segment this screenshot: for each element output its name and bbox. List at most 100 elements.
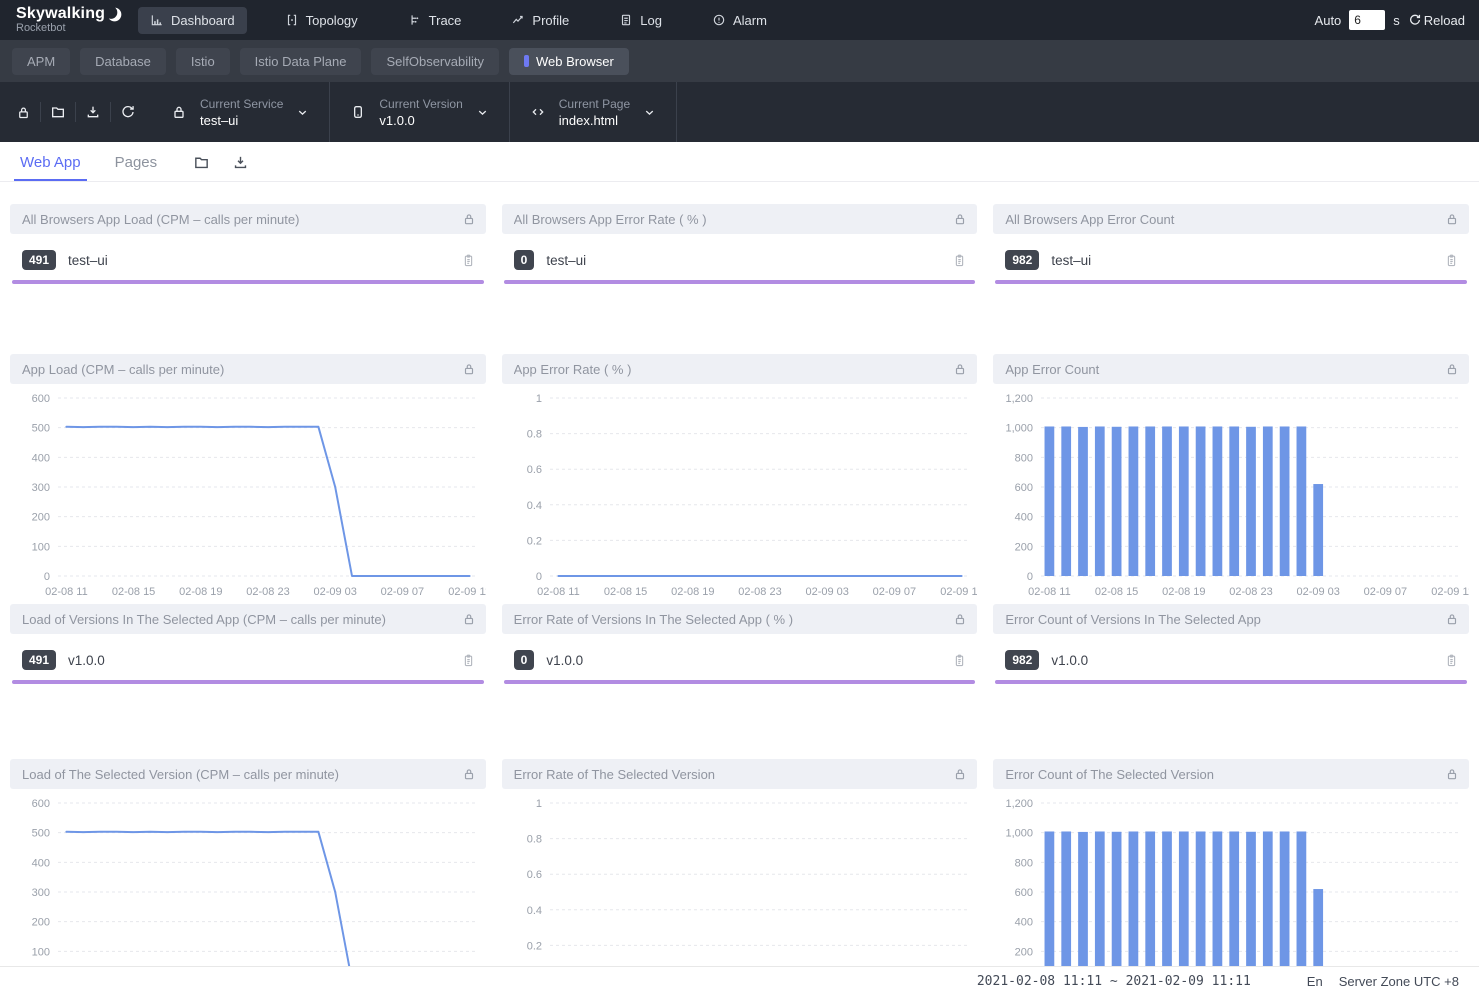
value-badge: 491 bbox=[22, 650, 56, 670]
auto-label: Auto bbox=[1315, 13, 1342, 28]
clipboard-icon[interactable] bbox=[1444, 253, 1459, 268]
current-service-dropdown[interactable]: Current Service test–ui bbox=[151, 97, 329, 128]
tab-web-app[interactable]: Web App bbox=[14, 145, 87, 181]
card-header: Error Rate of The Selected Version bbox=[502, 759, 978, 789]
dash-tab-apm[interactable]: APM bbox=[12, 48, 70, 75]
svg-text:1,000: 1,000 bbox=[1006, 828, 1034, 840]
nav-label: Trace bbox=[429, 13, 462, 28]
bar-chart-app-error-count[interactable]: 1,2001,000800600400200002-08 1102-08 150… bbox=[993, 384, 1469, 602]
svg-text:500: 500 bbox=[32, 828, 50, 840]
svg-text:1,200: 1,200 bbox=[1006, 798, 1034, 810]
version-label: Current Version bbox=[379, 97, 462, 111]
lock-icon[interactable] bbox=[462, 362, 476, 376]
svg-text:500: 500 bbox=[32, 423, 50, 435]
server-zone[interactable]: Server Zone UTC +8 bbox=[1339, 974, 1459, 989]
svg-text:600: 600 bbox=[1015, 887, 1033, 899]
dash-tab-istio[interactable]: Istio bbox=[176, 48, 230, 75]
current-page-dropdown[interactable]: Current Page index.html bbox=[510, 97, 676, 128]
folder-icon[interactable] bbox=[193, 154, 210, 171]
svg-text:02-09 07: 02-09 07 bbox=[1364, 586, 1407, 598]
svg-text:0.4: 0.4 bbox=[526, 905, 541, 917]
svg-text:02-08 23: 02-08 23 bbox=[246, 586, 289, 598]
clipboard-icon[interactable] bbox=[952, 653, 967, 668]
nav-item-profile[interactable]: Profile bbox=[499, 7, 581, 34]
card-header: App Error Count bbox=[993, 354, 1469, 384]
lock-icon[interactable] bbox=[1445, 212, 1459, 226]
current-version-dropdown[interactable]: Current Version v1.0.0 bbox=[330, 97, 508, 128]
download-icon[interactable] bbox=[232, 154, 249, 171]
nav-item-topology[interactable]: Topology bbox=[273, 7, 370, 34]
progress-bar bbox=[12, 280, 484, 284]
lock-icon[interactable] bbox=[1445, 612, 1459, 626]
service-value: test–ui bbox=[200, 113, 283, 128]
trace-icon bbox=[408, 13, 422, 27]
svg-text:400: 400 bbox=[1015, 512, 1033, 524]
line-chart-app-load[interactable]: 600500400300200100002-08 1102-08 1502-08… bbox=[10, 384, 486, 602]
lock-icon[interactable] bbox=[462, 612, 476, 626]
nav-item-trace[interactable]: Trace bbox=[396, 7, 474, 34]
clipboard-icon[interactable] bbox=[952, 253, 967, 268]
folder-templates-button[interactable] bbox=[41, 95, 75, 129]
clipboard-icon[interactable] bbox=[1444, 653, 1459, 668]
reload-button[interactable]: Reload bbox=[1408, 13, 1465, 28]
lock-icon[interactable] bbox=[1445, 362, 1459, 376]
dash-tab-istio-data-plane[interactable]: Istio Data Plane bbox=[240, 48, 362, 75]
service-label: Current Service bbox=[200, 97, 283, 111]
line-chart-app-error-rate[interactable]: 10.80.60.40.2002-08 1102-08 1502-08 1902… bbox=[502, 384, 978, 602]
lock-icon[interactable] bbox=[1445, 767, 1459, 781]
svg-text:02-09 11: 02-09 11 bbox=[448, 586, 485, 598]
code-icon bbox=[530, 104, 546, 120]
chart-icon bbox=[150, 13, 164, 27]
nav-item-dashboard[interactable]: Dashboard bbox=[138, 7, 247, 34]
line-chart-version-load[interactable]: 600500400300200100002-08 1102-08 1502-08… bbox=[10, 789, 486, 995]
refresh-button[interactable] bbox=[111, 95, 145, 129]
main-menu: Dashboard Topology Trace Profile Log Ala… bbox=[138, 7, 779, 34]
entity-label: v1.0.0 bbox=[1051, 653, 1432, 668]
chart-card-version-load: Load of The Selected Version (CPM – call… bbox=[10, 759, 486, 995]
slot-card-versions-error-rate: Error Rate of Versions In The Selected A… bbox=[502, 604, 978, 759]
tab-label: Database bbox=[95, 54, 151, 69]
lock-icon[interactable] bbox=[462, 767, 476, 781]
card-header: Load of The Selected Version (CPM – call… bbox=[10, 759, 486, 789]
bar-chart-version-error-count[interactable]: 1,2001,000800600400200002-08 1102-08 150… bbox=[993, 789, 1469, 995]
lock-icon[interactable] bbox=[953, 212, 967, 226]
auto-interval-input[interactable] bbox=[1349, 10, 1385, 30]
time-range[interactable]: 2021-02-08 11:11 ~ 2021-02-09 11:11 bbox=[977, 974, 1251, 989]
clipboard-icon[interactable] bbox=[461, 653, 476, 668]
svg-text:02-08 15: 02-08 15 bbox=[604, 586, 647, 598]
page-label: Current Page bbox=[559, 97, 630, 111]
svg-text:02-08 11: 02-08 11 bbox=[537, 586, 580, 598]
nav-item-alarm[interactable]: Alarm bbox=[700, 7, 779, 34]
dash-tab-selfobservability[interactable]: SelfObservability bbox=[371, 48, 499, 75]
active-tab-marker bbox=[524, 55, 529, 67]
tab-pages[interactable]: Pages bbox=[109, 145, 164, 181]
brand-logo: Skywalking Rocketbot bbox=[0, 6, 130, 34]
nav-item-log[interactable]: Log bbox=[607, 7, 674, 34]
clipboard-icon[interactable] bbox=[461, 253, 476, 268]
brand-name: Skywalking bbox=[16, 6, 105, 23]
value-badge: 0 bbox=[514, 250, 535, 270]
lock-edit-button[interactable] bbox=[6, 95, 40, 129]
export-button[interactable] bbox=[76, 95, 110, 129]
dash-tab-web-browser[interactable]: Web Browser bbox=[509, 48, 629, 75]
line-chart-version-error-rate[interactable]: 10.80.60.40.2002-08 1102-08 1502-08 1902… bbox=[502, 789, 978, 995]
slot-card-versions-load: Load of Versions In The Selected App (CP… bbox=[10, 604, 486, 759]
lock-icon[interactable] bbox=[953, 362, 967, 376]
svg-text:02-08 15: 02-08 15 bbox=[1095, 586, 1138, 598]
nav-label: Dashboard bbox=[171, 13, 235, 28]
svg-text:0.2: 0.2 bbox=[526, 940, 541, 952]
svg-text:0.2: 0.2 bbox=[526, 535, 541, 547]
language-switch[interactable]: En bbox=[1307, 974, 1323, 989]
progress-bar bbox=[504, 680, 976, 684]
card-title: Load of The Selected Version (CPM – call… bbox=[22, 767, 462, 782]
svg-text:400: 400 bbox=[1015, 917, 1033, 929]
lock-icon bbox=[16, 105, 31, 120]
tab-label: Istio Data Plane bbox=[255, 54, 347, 69]
svg-text:02-08 23: 02-08 23 bbox=[738, 586, 781, 598]
dash-tab-database[interactable]: Database bbox=[80, 48, 166, 75]
download-icon bbox=[85, 104, 101, 120]
svg-text:300: 300 bbox=[32, 887, 50, 899]
lock-icon[interactable] bbox=[462, 212, 476, 226]
lock-icon[interactable] bbox=[953, 612, 967, 626]
lock-icon[interactable] bbox=[953, 767, 967, 781]
